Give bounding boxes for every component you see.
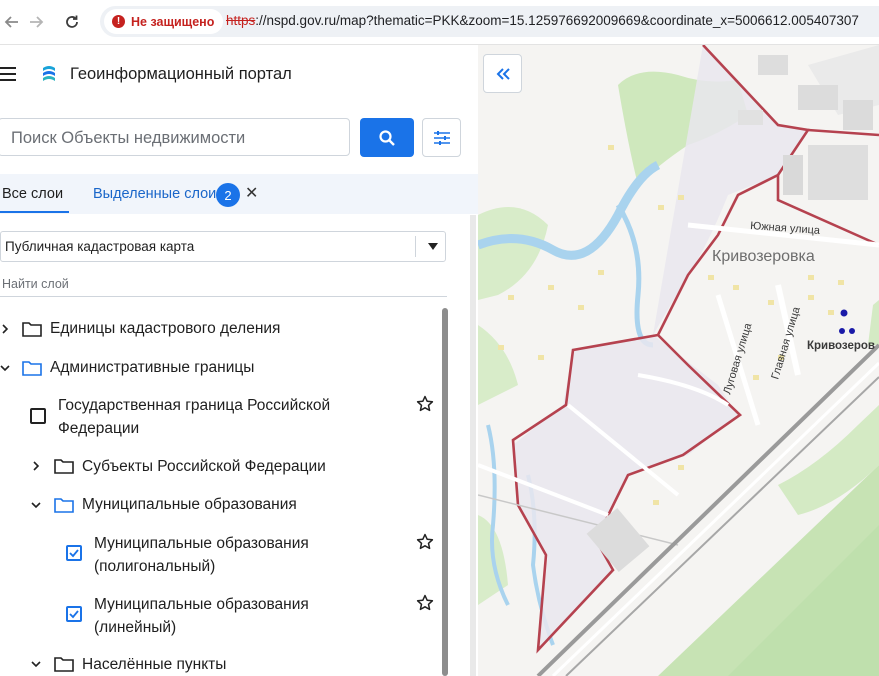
panel-scrollbar[interactable]	[470, 215, 476, 676]
collapse-panel-button[interactable]	[483, 54, 522, 93]
back-arrow-icon[interactable]	[0, 10, 24, 34]
url-text: https://nspd.gov.ru/map?thematic=PKK&zoo…	[226, 13, 859, 28]
filter-sliders-icon	[433, 130, 450, 145]
tree-item-cadastral-division[interactable]: Единицы кадастрового деления	[50, 317, 280, 340]
star-icon[interactable]	[416, 395, 434, 413]
layers-panel: Геоинформационный портал Все слои Выделе…	[0, 45, 478, 676]
active-tab-indicator	[0, 211, 69, 213]
map-graphics[interactable]: Кривозеровка Кривозеров Южная улица Глав…	[478, 45, 879, 676]
tree-scrollbar[interactable]	[442, 308, 448, 676]
folder-open-icon	[54, 498, 74, 513]
search-field[interactable]	[0, 118, 350, 157]
chevron-down-icon[interactable]	[31, 500, 41, 510]
map-point	[849, 328, 855, 334]
basemap-select[interactable]: Публичная кадастровая карта	[0, 231, 446, 262]
address-bar[interactable]: ! Не защищено https://nspd.gov.ru/map?th…	[100, 6, 879, 37]
tree-item-municipal-polygon[interactable]: Муниципальные образования	[94, 532, 309, 555]
map-place-label: Кривозеровка	[712, 248, 815, 265]
url-rest: ://nspd.gov.ru/map?thematic=PKK&zoom=15.…	[255, 13, 859, 28]
selected-count-badge: 2	[216, 183, 240, 207]
folder-icon	[54, 657, 74, 672]
industrial-building	[808, 145, 868, 200]
layer-search-underline	[0, 296, 447, 297]
checkmark-icon	[69, 549, 79, 558]
tree-item-admin-boundaries[interactable]: Административные границы	[50, 356, 254, 379]
folder-open-icon	[22, 361, 42, 376]
tree-item-municipalities[interactable]: Муниципальные образования	[82, 493, 297, 516]
filter-button[interactable]	[422, 118, 461, 157]
tree-item-federal-subjects[interactable]: Субъекты Российской Федерации	[82, 455, 326, 478]
tree-item-state-border-line2: Федерации	[58, 420, 140, 437]
tab-selected-layers[interactable]: Выделенные слои	[93, 186, 216, 202]
chevron-right-icon[interactable]	[0, 324, 10, 334]
folder-icon	[22, 322, 42, 337]
map-place-label-cut: Кривозеров	[807, 340, 875, 352]
chevron-down-icon[interactable]	[0, 363, 10, 373]
security-chip[interactable]: ! Не защищено	[104, 9, 224, 34]
star-icon[interactable]	[416, 533, 434, 551]
layer-checkbox-state-border[interactable]	[30, 408, 46, 424]
chevron-right-icon[interactable]	[31, 461, 41, 471]
warning-icon: !	[112, 15, 125, 28]
browser-toolbar: ! Не защищено https://nspd.gov.ru/map?th…	[0, 0, 879, 45]
map-canvas[interactable]: Кривозеровка Кривозеров Южная улица Глав…	[478, 45, 879, 676]
map-point	[840, 309, 848, 317]
url-protocol: https	[226, 13, 256, 28]
chevron-down-icon[interactable]	[31, 659, 41, 669]
tree-item-municipal-polygon-line2: (полигональный)	[94, 558, 216, 575]
tree-item-municipal-linear-line2: (линейный)	[94, 619, 177, 636]
star-icon[interactable]	[416, 594, 434, 612]
security-label: Не защищено	[131, 14, 215, 29]
layer-tabs: Все слои Выделенные слои 2 ✕	[0, 174, 478, 214]
folder-icon	[54, 459, 74, 474]
search-button[interactable]	[360, 118, 414, 157]
select-divider	[415, 236, 416, 257]
layer-checkbox-municipal-polygon[interactable]	[66, 545, 82, 561]
double-chevron-left-icon	[496, 67, 510, 80]
map-point	[839, 328, 845, 334]
forward-arrow-icon[interactable]	[24, 10, 48, 34]
reload-icon[interactable]	[60, 10, 84, 34]
portal-logo-icon	[43, 66, 55, 81]
basemap-selected-value: Публичная кадастровая карта	[5, 239, 195, 254]
dropdown-arrow-icon	[428, 243, 438, 250]
checkmark-icon	[69, 610, 79, 619]
clear-selected-icon[interactable]: ✕	[245, 183, 258, 203]
search-input[interactable]	[0, 119, 343, 157]
tree-item-settlements[interactable]: Населённые пункты	[82, 653, 226, 676]
layer-checkbox-municipal-linear[interactable]	[66, 606, 82, 622]
menu-icon[interactable]	[0, 67, 16, 81]
search-icon	[379, 129, 395, 146]
layer-search-input[interactable]: Найти слой	[2, 277, 69, 291]
portal-title: Геоинформационный портал	[70, 65, 292, 83]
tab-all-layers[interactable]: Все слои	[2, 186, 63, 202]
tree-item-municipal-linear[interactable]: Муниципальные образования	[94, 593, 309, 616]
tree-item-state-border[interactable]: Государственная граница Российской	[58, 394, 330, 417]
